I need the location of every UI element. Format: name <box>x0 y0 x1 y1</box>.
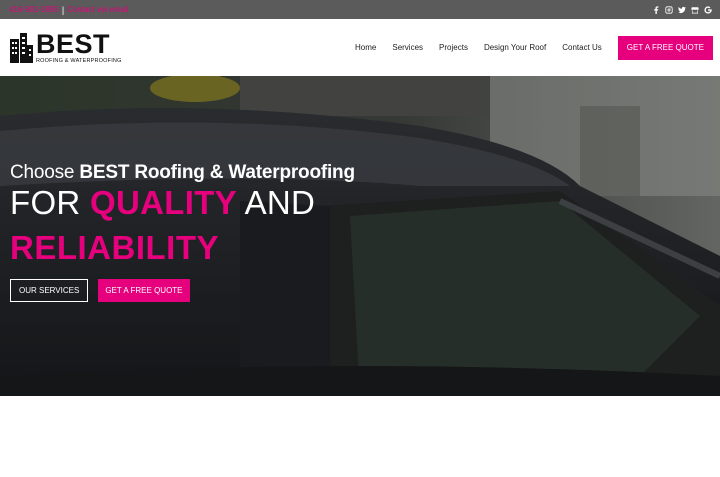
logo[interactable]: BEST ROOFING & WATERPROOFING <box>10 28 122 65</box>
hero-quote-button[interactable]: GET A FREE QUOTE <box>98 279 190 303</box>
phone-link[interactable]: 416-901-5955 <box>9 5 59 14</box>
hero-heading-reliability: RELIABILITY <box>10 228 219 266</box>
google-icon[interactable] <box>704 5 712 14</box>
facebook-icon[interactable] <box>652 5 660 14</box>
twitter-icon[interactable] <box>678 5 686 14</box>
nav-projects[interactable]: Projects <box>439 43 468 52</box>
hero-heading-line-1: FOR QUALITY AND <box>10 184 355 221</box>
nav-home[interactable]: Home <box>355 43 376 52</box>
hero-heading-quality: QUALITY <box>90 184 237 221</box>
content-area <box>0 396 720 477</box>
header-quote-button[interactable]: GET A FREE QUOTE <box>617 35 713 60</box>
our-services-button[interactable]: OUR SERVICES <box>10 279 89 303</box>
hero-content: Choose BEST Roofing & Waterproofing FOR … <box>10 162 355 303</box>
nav-design-your-roof[interactable]: Design Your Roof <box>484 43 546 52</box>
hero-heading-for: FOR <box>10 184 91 221</box>
main-nav: Home Services Projects Design Your Roof … <box>355 35 713 60</box>
gmb-icon[interactable] <box>691 5 699 14</box>
social-icons <box>652 5 712 14</box>
logo-tagline: ROOFING & WATERPROOFING <box>36 57 122 64</box>
hero-buttons: OUR SERVICES GET A FREE QUOTE <box>10 279 355 303</box>
top-bar: 416-901-5955 | Contact via email <box>0 0 720 19</box>
nav-contact-us[interactable]: Contact Us <box>562 43 602 52</box>
hero-heading-and: AND <box>236 184 316 221</box>
nav-services[interactable]: Services <box>392 43 423 52</box>
instagram-icon[interactable] <box>665 5 673 14</box>
email-link[interactable]: Contact via email <box>67 5 128 14</box>
logo-brand: BEST <box>36 28 111 59</box>
site-header: BEST ROOFING & WATERPROOFING Home Servic… <box>0 19 720 76</box>
hero-subheading: Choose BEST Roofing & Waterproofing <box>10 162 355 184</box>
logo-text: BEST ROOFING & WATERPROOFING <box>36 28 122 65</box>
hero-section: Choose BEST Roofing & Waterproofing FOR … <box>0 76 720 396</box>
top-contact: 416-901-5955 | Contact via email <box>9 5 129 15</box>
contact-separator: | <box>61 4 65 15</box>
building-logo-icon <box>10 32 33 63</box>
hero-subheading-prefix: Choose <box>10 162 80 183</box>
hero-subheading-brand: BEST Roofing & Waterproofing <box>79 162 355 183</box>
